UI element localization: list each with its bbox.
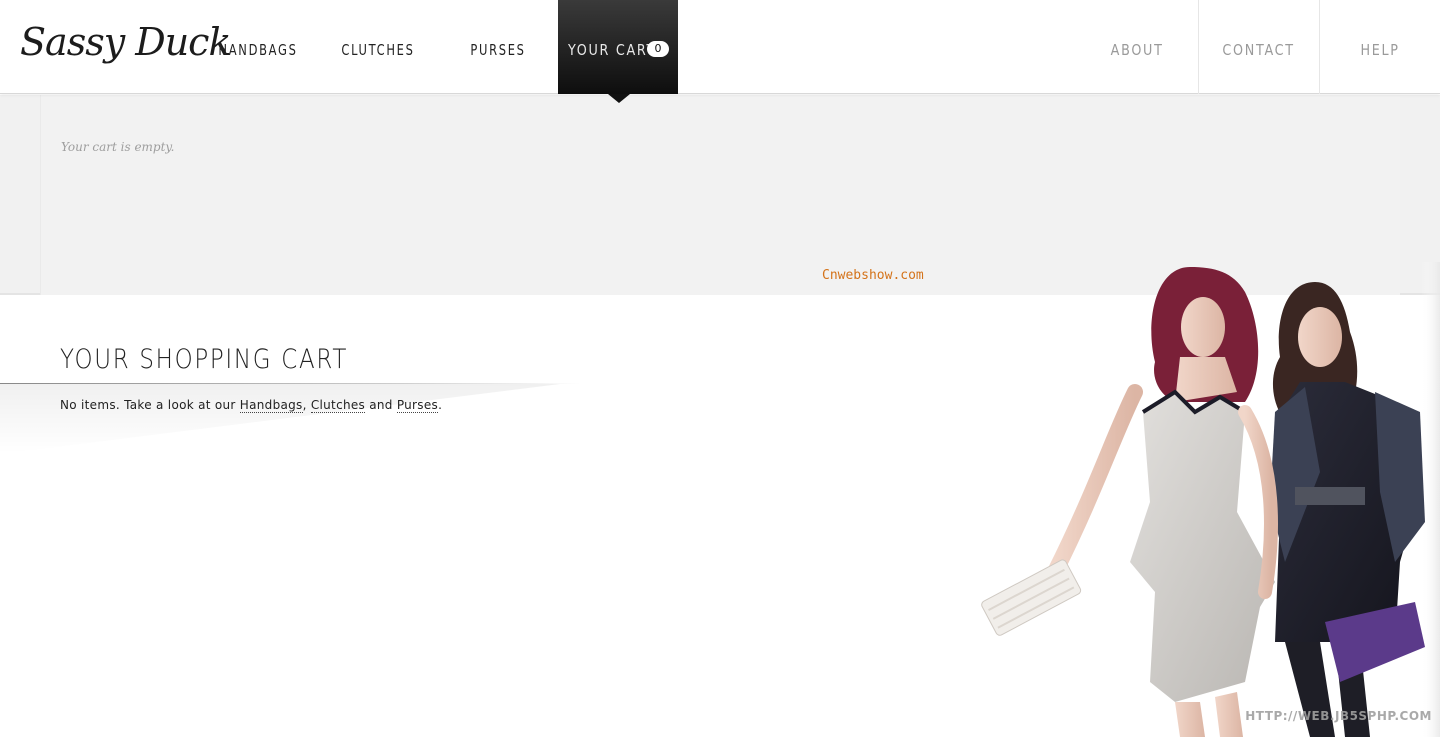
link-handbags[interactable]: Handbags	[239, 398, 303, 413]
cart-count-badge: 0	[647, 41, 669, 57]
nav-about-label: ABOUT	[1110, 41, 1164, 59]
cart-pointer-arrow	[608, 94, 630, 103]
cart-label: YOUR CART	[568, 41, 657, 59]
nav-help[interactable]: HELP	[1319, 0, 1440, 94]
message-prefix: No items. Take a look at our	[60, 398, 240, 412]
cart-empty-text: Your cart is empty.	[61, 140, 175, 154]
nav-handbags[interactable]: HANDBAGS	[207, 0, 309, 94]
nav-contact-label: CONTACT	[1222, 41, 1295, 59]
site-header: Sassy Duck HANDBAGS CLUTCHES PURSES YOUR…	[0, 0, 1440, 94]
message-sep-2: and	[365, 398, 397, 412]
footer-watermark: HTTP://WEB.JB5SPHP.COM	[1245, 709, 1432, 723]
nav-about[interactable]: ABOUT	[1077, 0, 1197, 94]
link-clutches[interactable]: Clutches	[310, 398, 366, 413]
message-suffix: .	[438, 398, 443, 412]
title-divider	[0, 383, 580, 384]
models-illustration	[981, 262, 1440, 737]
models-photo: HTTP://WEB.JB5SPHP.COM	[975, 262, 1440, 737]
empty-cart-message: No items. Take a look at our Handbags, C…	[60, 398, 443, 413]
page-title: YOUR SHOPPING CART	[60, 344, 349, 375]
logo[interactable]: Sassy Duck	[20, 14, 231, 70]
nav-purses[interactable]: PURSES	[447, 0, 549, 94]
link-purses[interactable]: Purses	[396, 398, 439, 413]
site-watermark: Cnwebshow.com	[822, 268, 924, 283]
title-shadow	[0, 384, 560, 454]
nav-clutches[interactable]: CLUTCHES	[327, 0, 429, 94]
nav-your-cart[interactable]: YOUR CART 0	[558, 0, 678, 94]
nav-contact[interactable]: CONTACT	[1198, 0, 1318, 94]
nav-help-label: HELP	[1360, 41, 1400, 59]
message-sep-1: ,	[302, 398, 311, 412]
